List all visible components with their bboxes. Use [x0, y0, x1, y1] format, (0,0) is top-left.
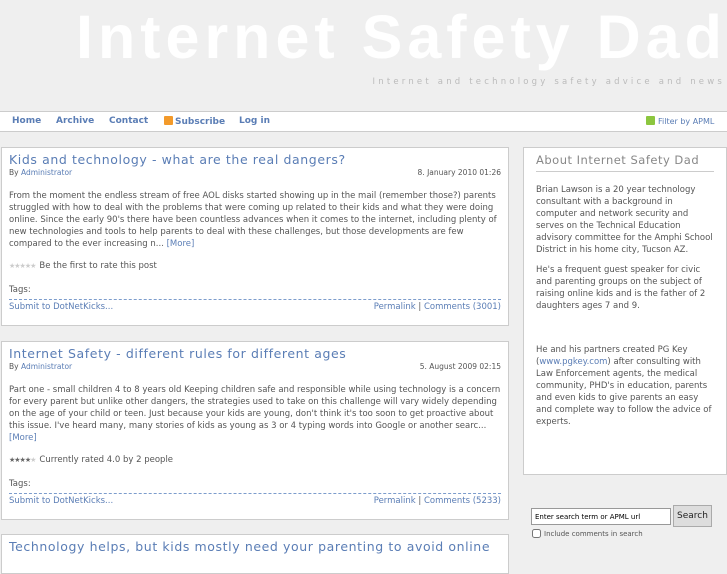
post-date: 8. January 2010 01:26 [417, 168, 501, 177]
site-title: Internet Safety Dad [76, 3, 727, 71]
post: Kids and technology - what are the real … [1, 147, 509, 326]
nav-subscribe[interactable]: Subscribe [164, 116, 225, 127]
apml-icon [646, 116, 655, 125]
about-paragraph: He's a frequent guest speaker for civic … [536, 265, 706, 311]
about-paragraph: He and his partners created PG Key (www.… [536, 344, 714, 428]
tags-label: Tags: [9, 285, 31, 295]
permalink-link[interactable]: Permalink [374, 302, 416, 312]
author-link[interactable]: Administrator [21, 168, 72, 177]
post: Technology helps, but kids mostly need y… [1, 534, 509, 574]
nav-home[interactable]: Home [12, 116, 41, 126]
by-label: By [9, 362, 19, 371]
search-input[interactable] [531, 508, 671, 525]
nav-bar: Home Archive Contact Subscribe Log in Fi… [0, 111, 727, 132]
by-label: By [9, 168, 19, 177]
permalink-link[interactable]: Permalink [374, 496, 416, 506]
about-paragraph: Brian Lawson is a 20 year technology con… [536, 185, 713, 255]
submit-dotnetkicks-link[interactable]: Submit to DotNetKicks... [9, 302, 113, 312]
text: ) after consulting with Law Enforcement … [536, 357, 712, 427]
rating-stars[interactable]: ★★★★★ [9, 262, 36, 270]
comments-link[interactable]: Comments (3001) [424, 302, 501, 312]
nav-login[interactable]: Log in [239, 116, 270, 126]
post-date: 5. August 2009 02:15 [419, 362, 501, 371]
comments-link[interactable]: Comments (5233) [424, 496, 501, 506]
subscribe-label: Subscribe [175, 117, 226, 127]
rating-stars[interactable]: ★★★★★ [9, 456, 36, 464]
post-excerpt: Part one - small children 4 to 8 years o… [9, 385, 501, 431]
nav-archive[interactable]: Archive [56, 116, 94, 126]
pgkey-link[interactable]: www.pgkey.com [539, 357, 607, 367]
post-title[interactable]: Internet Safety - different rules for di… [9, 346, 346, 361]
post-title[interactable]: Technology helps, but kids mostly need y… [9, 539, 490, 554]
post-title[interactable]: Kids and technology - what are the real … [9, 152, 346, 167]
sidebar-title: About Internet Safety Dad [536, 154, 714, 172]
submit-dotnetkicks-link[interactable]: Submit to DotNetKicks... [9, 496, 113, 506]
post-excerpt: From the moment the endless stream of fr… [9, 191, 497, 249]
rating-text: Currently rated 4.0 by 2 people [39, 455, 174, 465]
include-comments-option[interactable]: Include comments in search [532, 529, 643, 538]
filter-label: Filter by APML [658, 117, 715, 126]
more-link[interactable]: [More] [9, 433, 37, 443]
nav-contact[interactable]: Contact [109, 116, 148, 126]
site-tagline: Internet and technology safety advice an… [372, 77, 725, 87]
filter-apml-link[interactable]: Filter by APML [646, 116, 714, 126]
post: Internet Safety - different rules for di… [1, 341, 509, 520]
rss-icon [164, 116, 173, 125]
rating-text: Be the first to rate this post [39, 261, 157, 271]
tags-label: Tags: [9, 479, 31, 489]
about-sidebar: About Internet Safety Dad Brian Lawson i… [523, 147, 727, 475]
search-button[interactable]: Search [673, 505, 712, 527]
more-link[interactable]: [More] [167, 239, 195, 249]
author-link[interactable]: Administrator [21, 362, 72, 371]
include-comments-checkbox[interactable] [532, 529, 541, 538]
include-comments-label: Include comments in search [544, 529, 643, 538]
